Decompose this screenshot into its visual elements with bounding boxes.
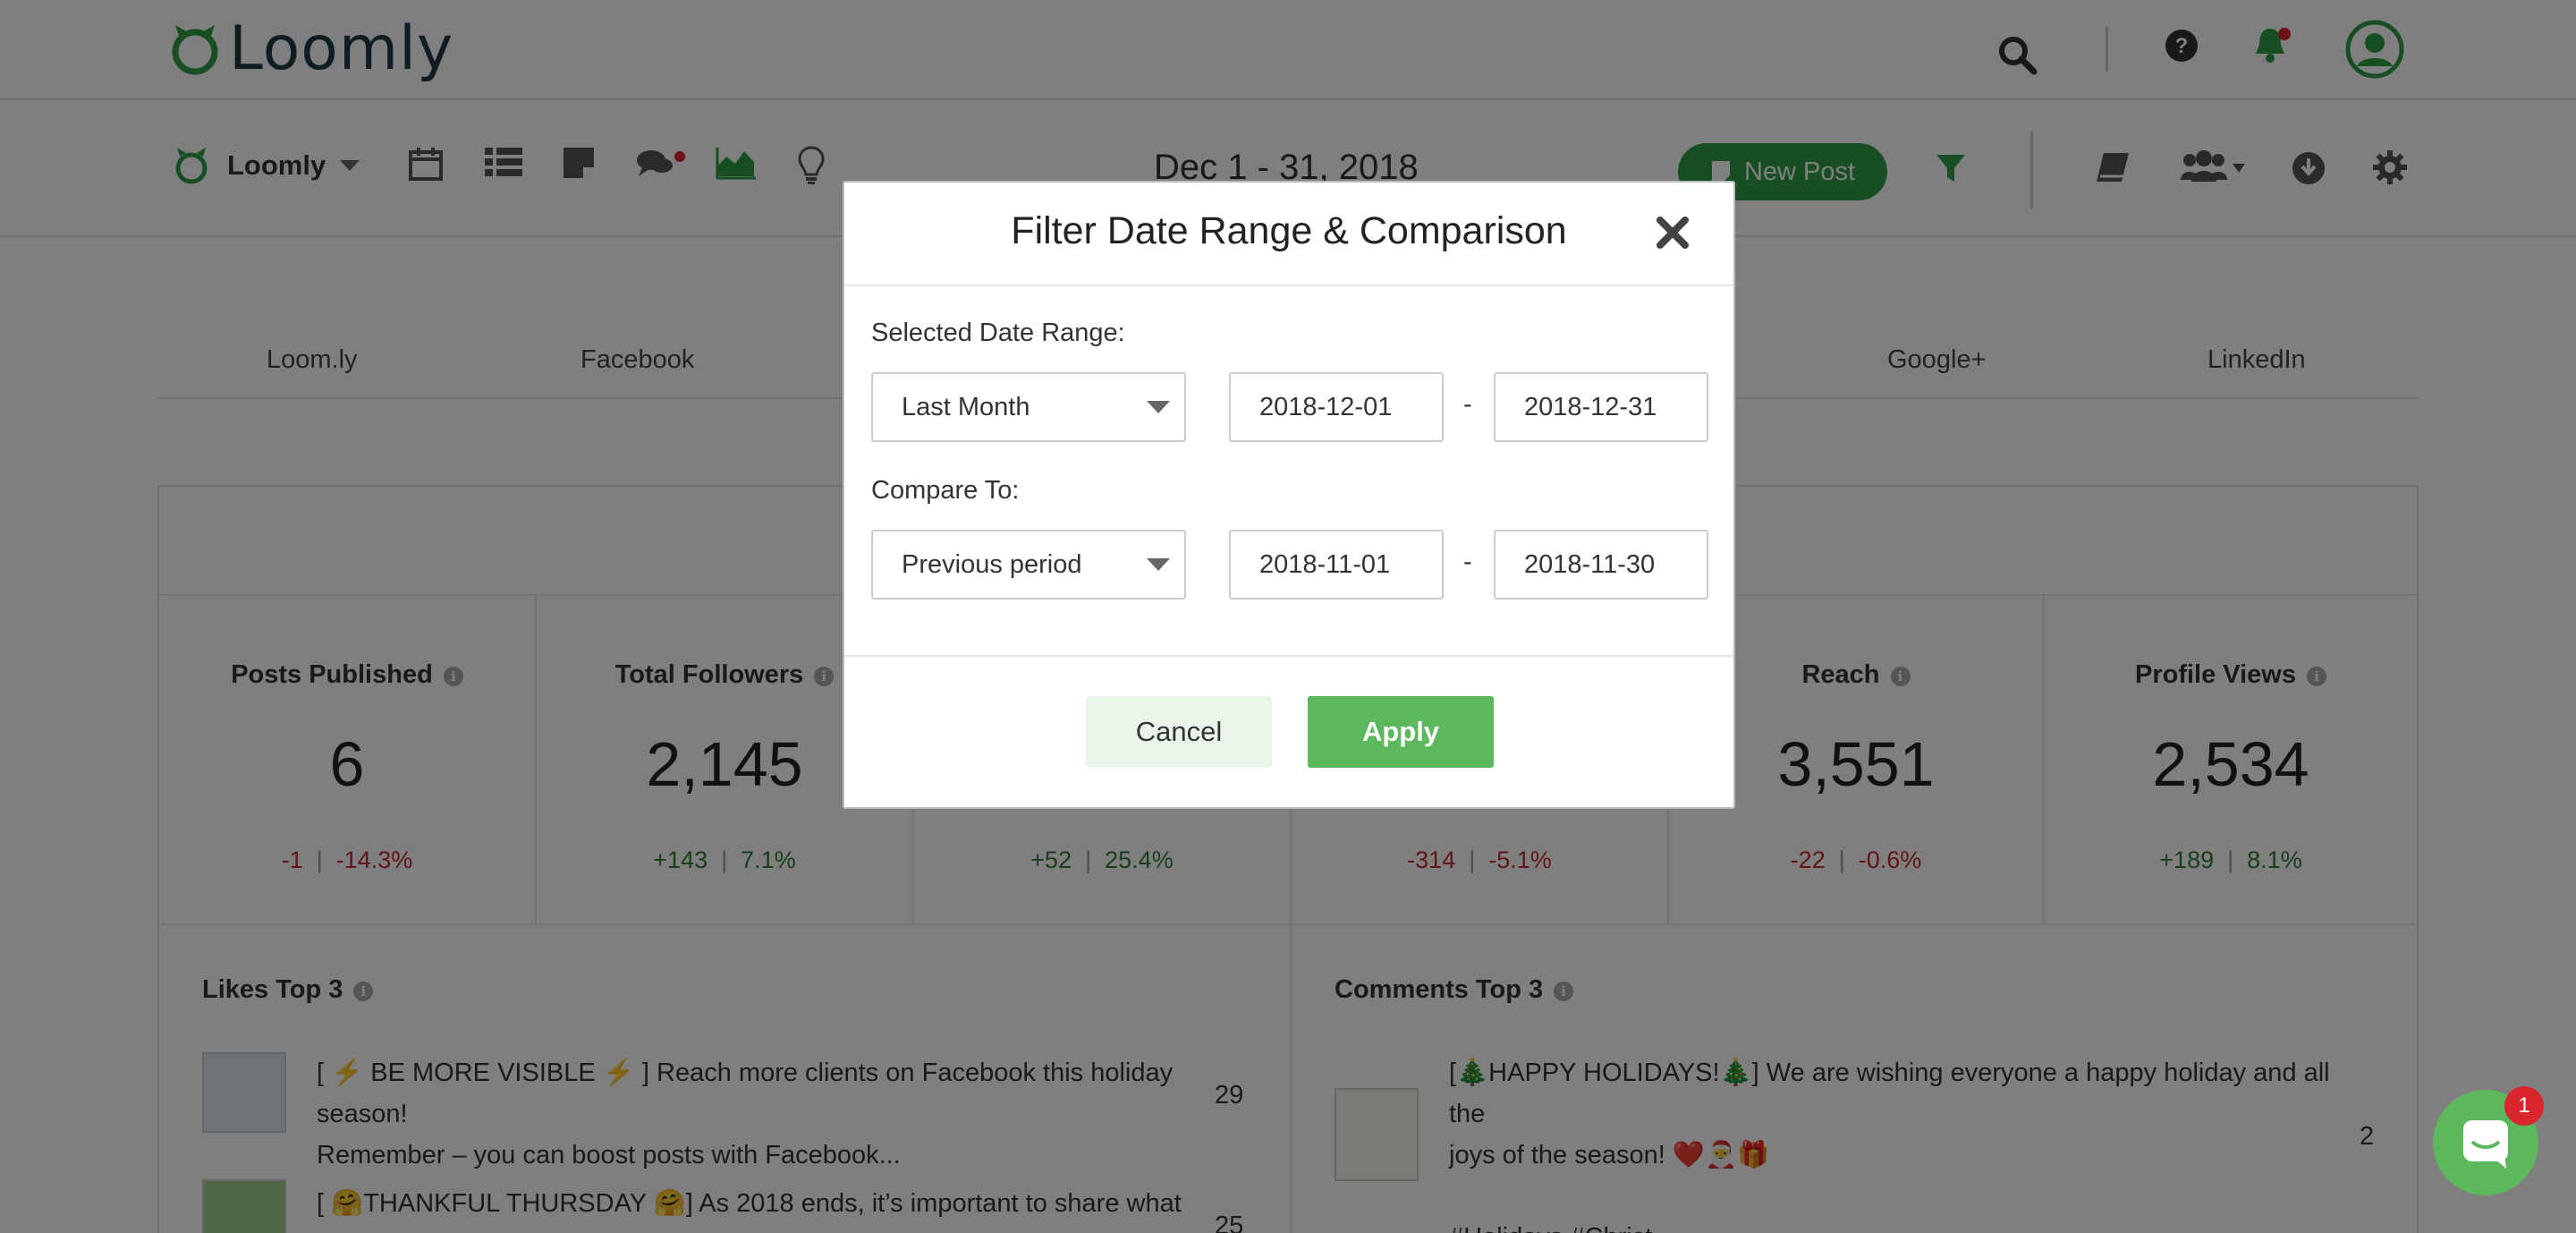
selected-range-select[interactable]: Last Month (871, 372, 1186, 442)
date-separator: - (1463, 390, 1472, 419)
date-separator: - (1463, 548, 1472, 576)
modal-header: Filter Date Range & Comparison (844, 183, 1733, 286)
compare-to-select[interactable]: Previous period (871, 530, 1186, 599)
modal-title: Filter Date Range & Comparison (1011, 209, 1567, 252)
chat-unread-badge: 1 (2504, 1086, 2544, 1126)
compare-end-date-input[interactable]: 2018-11-30 (1494, 530, 1708, 599)
select-caret-icon (1147, 558, 1170, 571)
modal-footer-divider (844, 655, 1733, 657)
apply-button[interactable]: Apply (1308, 696, 1494, 768)
close-icon[interactable] (1655, 215, 1690, 251)
selected-start-date-input[interactable]: 2018-12-01 (1229, 372, 1444, 442)
selected-range-label: Selected Date Range: (871, 319, 1125, 347)
select-caret-icon (1147, 401, 1170, 413)
filter-date-range-modal: Filter Date Range & Comparison Selected … (843, 181, 1735, 809)
selected-end-date-input[interactable]: 2018-12-31 (1494, 372, 1708, 442)
cancel-button[interactable]: Cancel (1086, 696, 1272, 768)
compare-start-date-input[interactable]: 2018-11-01 (1229, 530, 1444, 599)
compare-to-label: Compare To: (871, 476, 1020, 505)
